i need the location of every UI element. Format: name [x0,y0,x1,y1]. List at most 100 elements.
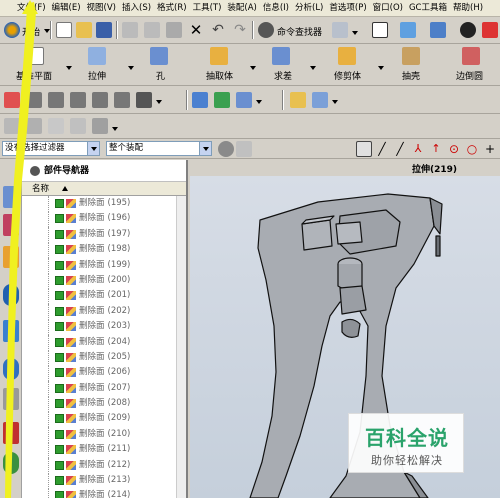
toolbar4-dropdown-icon[interactable] [112,127,118,131]
feature-list-item[interactable]: 删除面 (206) [22,365,186,382]
visibility-checkbox[interactable] [55,445,64,455]
sync-tool-1-icon[interactable] [4,92,20,108]
new-file-icon[interactable] [56,22,72,38]
folder-icon[interactable] [290,92,306,108]
midpoint-icon[interactable]: ╱ [392,141,408,157]
feature-list-item[interactable]: 删除面 (214) [22,488,186,498]
cut-icon[interactable] [122,22,138,38]
snap-icon[interactable] [372,22,388,38]
system-materials-icon[interactable] [3,452,19,474]
arc-center-icon[interactable]: ⊙ [446,141,462,157]
feature-list-item[interactable]: 删除面 (203) [22,319,186,336]
trim-body-label[interactable]: 修剪体 [334,69,361,82]
navigator-gear-icon[interactable] [30,166,40,176]
visibility-checkbox[interactable] [55,352,64,362]
shell-label[interactable]: 抽壳 [402,69,420,82]
history-icon[interactable] [3,358,19,380]
view-orient-icon[interactable] [400,22,416,38]
feature-list-item[interactable]: 删除面 (202) [22,303,186,320]
visibility-checkbox[interactable] [55,429,64,439]
hole-label[interactable]: 孔 [156,69,165,82]
wcs-icon[interactable] [482,22,498,38]
feature-list-item[interactable]: 删除面 (208) [22,396,186,413]
menu-item[interactable]: GC工具箱 [406,0,450,17]
navigator-scrollbar[interactable] [176,196,186,498]
feature-list-item[interactable]: 删除面 (195) [22,196,186,212]
open-folder-icon[interactable] [76,22,92,38]
extrude-label[interactable]: 拉伸 [88,69,106,82]
sync-tool-5-icon[interactable] [92,92,108,108]
settings-gear-icon[interactable] [218,141,234,157]
column-header-name[interactable]: 名称 [22,182,186,196]
feature-list-item[interactable]: 删除面 (210) [22,426,186,443]
delete-icon[interactable]: ✕ [188,22,204,38]
render-style-icon[interactable] [430,22,446,38]
visibility-checkbox[interactable] [55,322,64,332]
edge-blend-label[interactable]: 边倒圆 [456,69,483,82]
visibility-checkbox[interactable] [55,245,64,255]
feature-list-item[interactable]: 删除面 (197) [22,226,186,243]
snap-point-icon[interactable] [356,141,372,157]
visibility-checkbox[interactable] [55,476,64,486]
extrude-icon[interactable] [88,47,106,65]
command-finder-label[interactable]: 命令查找器 [277,25,322,38]
select-filter-icon[interactable] [236,141,252,157]
trim-body-dropdown-icon[interactable] [378,66,384,70]
extract-body-icon[interactable] [210,47,228,65]
command-finder-icon[interactable] [258,22,274,38]
menu-item[interactable]: 帮助(H) [450,0,486,17]
layer-dropdown-icon[interactable] [352,31,358,35]
feature-list-item[interactable]: 删除面 (204) [22,334,186,351]
datum-plane-icon[interactable] [26,47,44,65]
feature-list-item[interactable]: 删除面 (205) [22,349,186,366]
feature-list-item[interactable]: 删除面 (209) [22,411,186,428]
paste-icon[interactable] [166,22,182,38]
constraint-navigator-icon[interactable] [3,214,19,236]
save-icon[interactable] [96,22,112,38]
visibility-checkbox[interactable] [55,229,64,239]
extract-body-label[interactable]: 抽取体 [206,69,233,82]
properties-dropdown-icon[interactable] [332,100,338,104]
sync-tool-6-icon[interactable] [114,92,130,108]
quadrant-icon[interactable]: ○ [464,141,480,157]
offset-face-icon[interactable] [236,92,252,108]
menu-item[interactable]: 文件(F) [14,0,49,17]
visibility-checkbox[interactable] [55,199,64,208]
subtract-label[interactable]: 求差 [274,69,292,82]
feature-list-item[interactable]: 删除面 (201) [22,288,186,305]
web-browser-icon[interactable] [3,320,19,342]
extrude-dropdown-icon[interactable] [128,66,134,70]
trim-body-icon[interactable] [338,47,356,65]
hole-icon[interactable] [150,47,168,65]
sync-tool-7-icon[interactable] [136,92,152,108]
subtract-icon[interactable] [272,47,290,65]
redo-icon[interactable]: ↷ [232,22,248,38]
feature-list-item[interactable]: 删除面 (200) [22,272,186,289]
copy-icon[interactable] [144,22,160,38]
start-icon[interactable] [4,22,20,38]
layer-icon[interactable] [332,22,348,38]
subtract-dropdown-icon[interactable] [310,66,316,70]
visibility-checkbox[interactable] [55,275,64,285]
shaded-icon[interactable] [460,22,476,38]
control-point-icon[interactable]: ⅄ [410,141,426,157]
menu-item[interactable]: 信息(I) [260,0,292,17]
visibility-checkbox[interactable] [55,260,64,270]
start-button-label[interactable]: 开始 [22,25,40,38]
edit-face-dropdown-icon[interactable] [256,100,262,104]
menu-item[interactable]: 首选项(P) [326,0,369,17]
visibility-checkbox[interactable] [55,399,64,409]
assembly-navigator-icon[interactable] [3,186,19,208]
part-navigator-icon[interactable] [3,246,19,268]
visibility-checkbox[interactable] [55,368,64,378]
visibility-checkbox[interactable] [55,337,64,347]
sync-tool-3-icon[interactable] [48,92,64,108]
visibility-checkbox[interactable] [55,214,64,224]
feature-list-item[interactable]: 删除面 (199) [22,257,186,274]
menu-item[interactable]: 编辑(E) [49,0,84,17]
point-on-curve-icon[interactable]: + [482,141,498,157]
undo-icon[interactable]: ↶ [210,22,226,38]
process-studio-icon[interactable] [3,388,19,410]
menu-item[interactable]: 窗口(O) [370,0,406,17]
move-face-icon[interactable] [192,92,208,108]
